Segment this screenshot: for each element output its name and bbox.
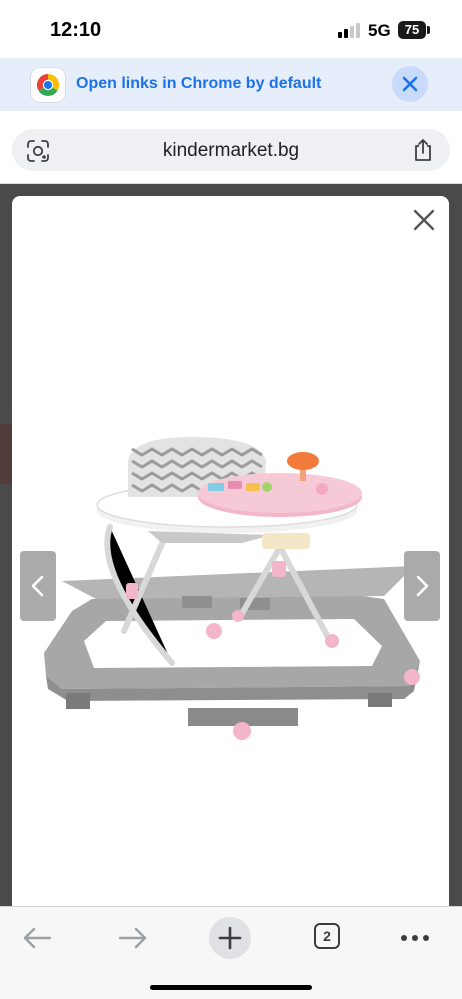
gallery-prev-button[interactable]: [20, 551, 56, 621]
tab-switcher-button[interactable]: 2: [312, 917, 342, 959]
more-menu-button[interactable]: [398, 917, 432, 959]
home-indicator[interactable]: [150, 985, 312, 990]
chevron-left-icon: [31, 575, 44, 597]
url-text[interactable]: kindermarket.bg: [12, 140, 450, 162]
gallery-next-button[interactable]: [404, 551, 440, 621]
share-icon[interactable]: [412, 138, 434, 162]
page-edge-content: [0, 424, 12, 484]
image-lightbox: [12, 196, 449, 906]
back-button[interactable]: [20, 917, 54, 959]
plus-icon: [218, 926, 242, 950]
new-tab-button[interactable]: [209, 917, 251, 959]
tabs-icon: 2: [314, 923, 340, 949]
address-bar-area: kindermarket.bg: [0, 111, 462, 184]
address-bar[interactable]: kindermarket.bg: [12, 129, 450, 171]
more-icon: [401, 935, 429, 941]
chrome-logo-icon: [31, 68, 65, 102]
browser-toolbar: 2: [0, 906, 462, 999]
walker-base: [44, 566, 420, 726]
close-icon[interactable]: [412, 208, 436, 232]
battery-tip: [427, 26, 430, 34]
back-arrow-icon: [23, 927, 52, 949]
status-time: 12:10: [50, 19, 102, 41]
status-bar: 12:10 5G 75: [0, 0, 462, 60]
banner-close-button[interactable]: [392, 66, 428, 102]
chrome-default-banner[interactable]: Open links in Chrome by default: [0, 58, 462, 111]
forward-arrow-icon: [118, 927, 147, 949]
chevron-right-icon: [416, 575, 429, 597]
banner-text[interactable]: Open links in Chrome by default: [76, 75, 321, 93]
forward-button[interactable]: [116, 917, 150, 959]
battery-icon: 75: [398, 21, 426, 39]
close-icon: [402, 76, 418, 92]
cellular-signal-icon: [338, 22, 362, 38]
product-image: [44, 437, 420, 740]
network-label: 5G: [368, 21, 391, 40]
